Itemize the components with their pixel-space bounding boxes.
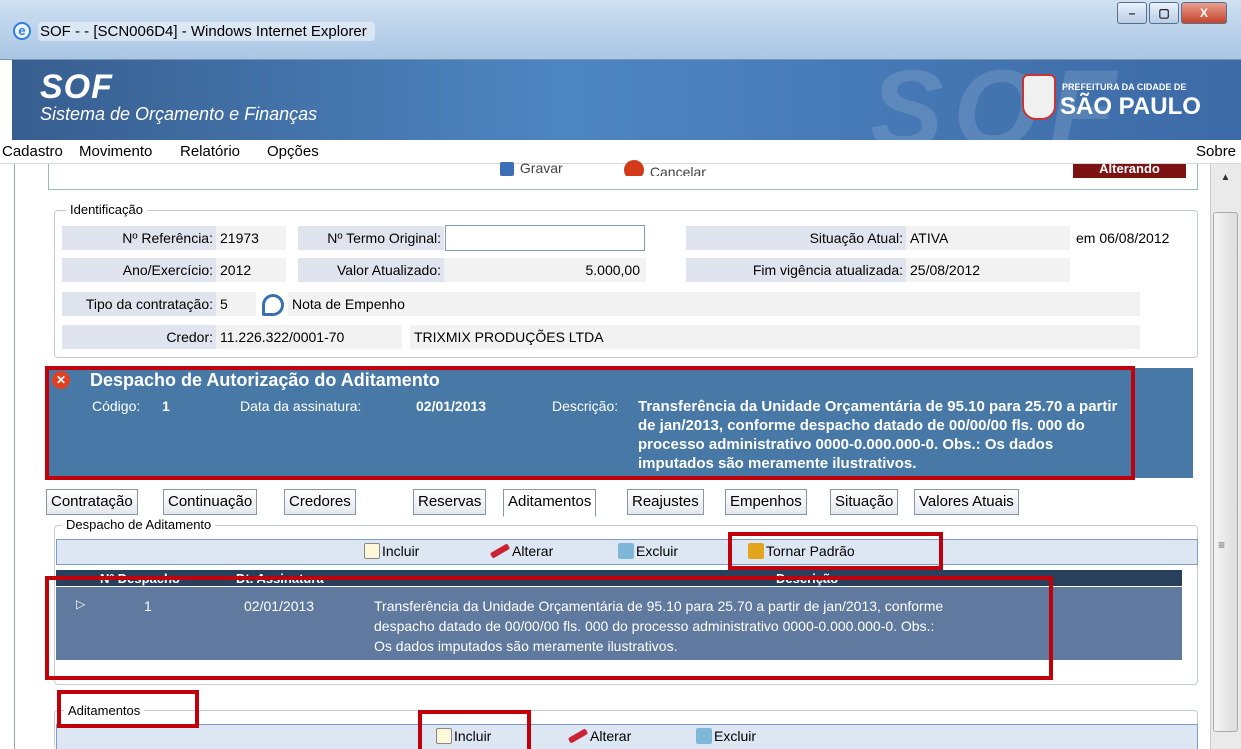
aditamentos-alterar-button[interactable]: Alterar xyxy=(567,728,631,744)
row-selector-icon[interactable]: ▷ xyxy=(76,597,85,611)
tipo-description: Nota de Empenho xyxy=(288,292,1140,316)
tab-contratacao[interactable]: Contratação xyxy=(46,489,138,515)
column-header: Descrição xyxy=(776,571,839,586)
alterar-button[interactable]: Alterar xyxy=(489,543,553,559)
descricao-label: Descrição: xyxy=(552,398,619,414)
menu-cadastro[interactable]: Cadastro xyxy=(2,143,63,160)
aditamentos-incluir-button[interactable]: Incluir xyxy=(436,728,491,744)
tab-valores-atuais[interactable]: Valores Atuais xyxy=(914,489,1019,515)
tab-situacao[interactable]: Situação xyxy=(830,489,899,515)
maximize-button[interactable]: ▢ xyxy=(1149,2,1179,24)
pencil-icon xyxy=(364,543,380,559)
tab-reservas[interactable]: Reservas xyxy=(413,489,487,515)
menu-sobre[interactable]: Sobre xyxy=(1196,143,1236,160)
app-logo: SOF xyxy=(40,68,113,106)
codigo-value: 1 xyxy=(162,398,170,414)
prefeitura-label: PREFEITURA DA CIDADE DE xyxy=(1062,82,1187,92)
city-seal-icon xyxy=(1022,74,1056,120)
row-data: 02/01/2013 xyxy=(244,598,315,614)
fim-vigencia-label: Fim vigência atualizada: xyxy=(686,258,906,282)
search-icon[interactable] xyxy=(262,294,284,316)
delete-icon xyxy=(696,728,712,744)
gravar-button[interactable]: Gravar xyxy=(500,160,563,176)
fim-vigencia-value: 25/08/2012 xyxy=(906,258,1070,282)
close-circle-icon[interactable]: ✕ xyxy=(52,371,70,389)
tipo-value: 5 xyxy=(216,292,256,316)
edit-pencil-icon xyxy=(567,728,589,744)
data-assinatura-label: Data da assinatura: xyxy=(240,398,362,414)
row-descricao-line: Transferência da Unidade Orçamentária de… xyxy=(374,598,944,614)
data-assinatura-value: 02/01/2013 xyxy=(416,398,487,414)
despacho-title: Despacho de Autorização do Aditamento xyxy=(90,370,440,390)
app-subtitle: Sistema de Orçamento e Finanças xyxy=(40,104,318,124)
ref-label: Nº Referência: xyxy=(62,226,216,250)
descricao-line: de jan/2013, conforme despacho datado de… xyxy=(638,417,1085,434)
excluir-button[interactable]: Excluir xyxy=(618,543,678,559)
row-descricao-line: despacho datado de 00/00/00 fls. 000 do … xyxy=(374,618,935,634)
edit-pencil-icon xyxy=(489,543,511,559)
tab-empenhos[interactable]: Empenhos xyxy=(725,489,807,515)
delete-icon xyxy=(618,543,634,559)
action-strip xyxy=(48,164,1198,190)
save-icon xyxy=(500,162,514,176)
column-header: Dt. Assinatura xyxy=(236,571,324,586)
tab-aditamentos[interactable]: Aditamentos xyxy=(503,489,597,517)
close-button[interactable]: X xyxy=(1181,2,1227,24)
descricao-line: imputados são meramente ilustrativos. xyxy=(638,455,917,472)
despacho-aditamento-legend: Despacho de Aditamento xyxy=(62,517,216,532)
valor-value: 5.000,00 xyxy=(444,258,646,282)
prefeitura-city: SÃO PAULO xyxy=(1060,93,1201,120)
row-descricao-line: Os dados imputados são meramente ilustra… xyxy=(374,638,678,654)
row-numero: 1 xyxy=(144,598,152,614)
minimize-button[interactable]: – xyxy=(1117,2,1147,24)
identificacao-legend: Identificação xyxy=(66,202,147,217)
valor-label: Valor Atualizado: xyxy=(298,258,444,282)
table-row[interactable]: ▷ 1 02/01/2013 Transferência da Unidade … xyxy=(56,587,1182,660)
scroll-up-arrow-icon[interactable]: ▲ xyxy=(1213,172,1238,192)
credor-nome: TRIXMIX PRODUÇÕES LTDA xyxy=(410,325,1140,349)
ano-value: 2012 xyxy=(216,258,286,282)
incluir-button[interactable]: Incluir xyxy=(364,543,419,559)
cancel-icon xyxy=(624,160,644,176)
column-header: Nº Despacho xyxy=(100,571,180,586)
aditamentos-legend: Aditamentos xyxy=(64,703,145,718)
ref-value: 21973 xyxy=(216,226,286,250)
scroll-thumb[interactable] xyxy=(1213,212,1238,732)
tab-reajustes[interactable]: Reajustes xyxy=(627,489,704,515)
add-default-icon xyxy=(748,543,764,559)
credor-label: Credor: xyxy=(62,325,216,349)
cancelar-button[interactable]: Cancelar xyxy=(624,160,706,176)
situacao-value: ATIVA xyxy=(906,226,1070,250)
credor-cnpj: 11.226.322/0001-70 xyxy=(216,325,402,349)
ano-label: Ano/Exercício: xyxy=(62,258,216,282)
tipo-label: Tipo da contratação: xyxy=(62,292,216,316)
menu-movimento[interactable]: Movimento xyxy=(79,143,152,160)
tab-credores[interactable]: Credores xyxy=(284,489,356,515)
tab-continuacao[interactable]: Continuação xyxy=(163,489,258,515)
situacao-label: Situação Atual: xyxy=(686,226,906,250)
descricao-line: processo administrativo 0000-0.000.000-0… xyxy=(638,436,1054,453)
termo-original-input[interactable] xyxy=(445,225,645,251)
codigo-label: Código: xyxy=(92,398,141,414)
pencil-icon xyxy=(436,728,452,744)
termo-label: Nº Termo Original: xyxy=(298,226,444,250)
grid-header: Nº Despacho Dt. Assinatura Descrição xyxy=(56,570,1182,586)
descricao-line: Transferência da Unidade Orçamentária de… xyxy=(638,398,1118,415)
window-title: SOF - - [SCN006D4] - Windows Internet Ex… xyxy=(38,22,375,41)
aditamentos-excluir-button[interactable]: Excluir xyxy=(696,728,756,744)
situacao-date: em 06/08/2012 xyxy=(1072,226,1192,250)
ie-logo-icon: e xyxy=(13,22,31,40)
menu-relatorio[interactable]: Relatório xyxy=(180,143,240,160)
scroll-grip-icon: ≡ xyxy=(1218,538,1226,552)
status-badge: Alterando xyxy=(1073,164,1186,178)
tornar-padrao-button[interactable]: Tornar Padrão xyxy=(748,543,855,559)
menu-opcoes[interactable]: Opções xyxy=(267,143,319,160)
